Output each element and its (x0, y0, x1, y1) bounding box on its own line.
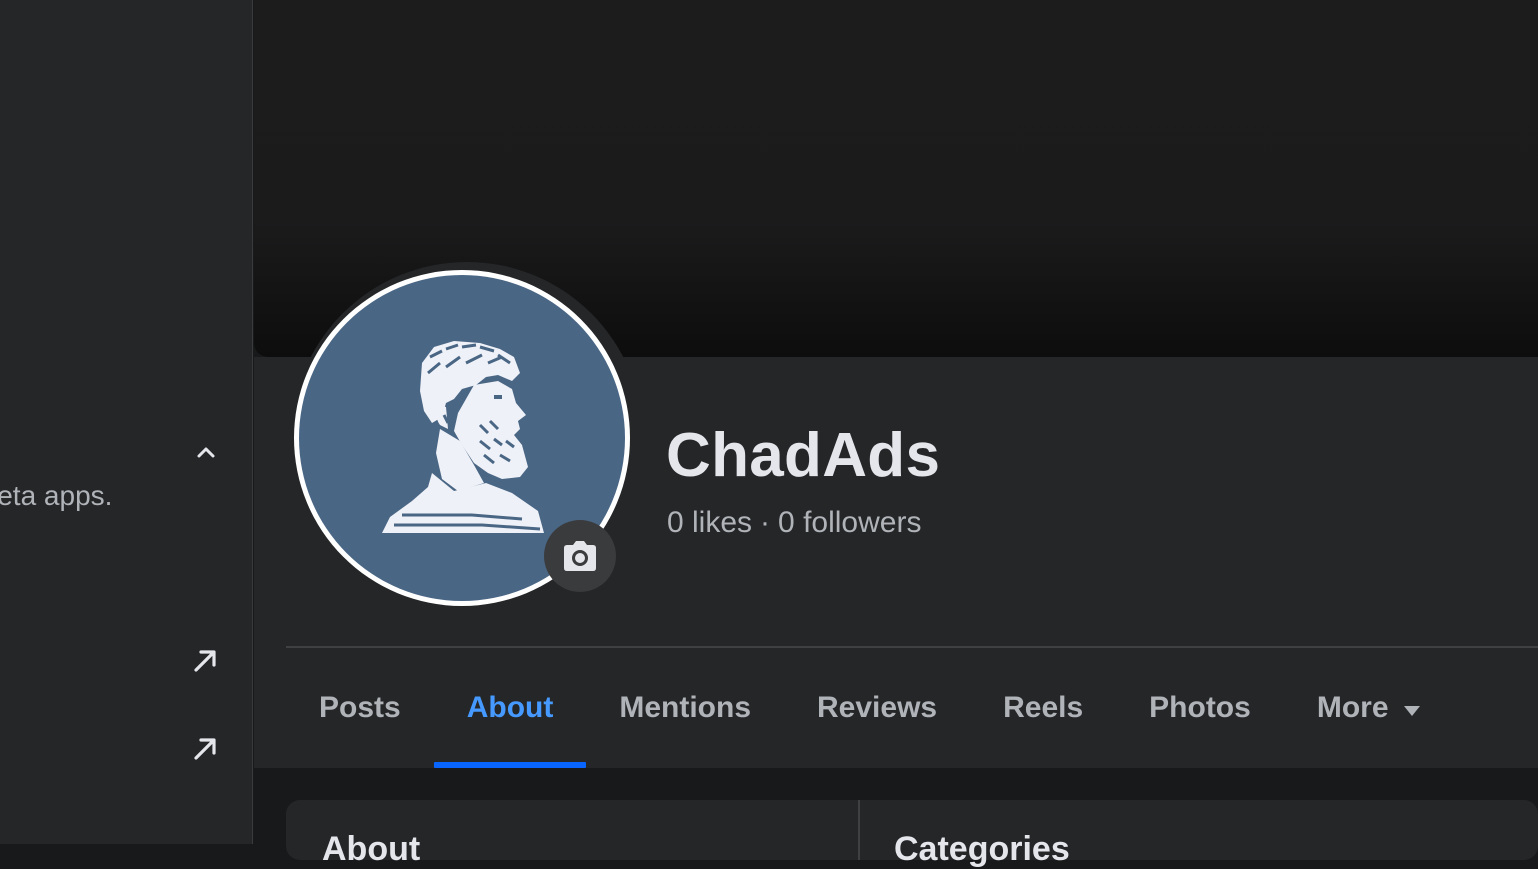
tab-label: About (466, 691, 554, 724)
external-link-button[interactable] (186, 642, 224, 680)
tab-label: Reels (1003, 691, 1084, 724)
page-stats: 0 likes · 0 followers (667, 506, 921, 540)
tab-more[interactable]: More (1284, 648, 1454, 768)
camera-icon (564, 541, 596, 571)
tab-about[interactable]: About (433, 648, 587, 768)
categories-section-title: Categories (894, 830, 1070, 868)
followers-count[interactable]: 0 followers (778, 506, 921, 539)
tab-reels[interactable]: Reels (970, 648, 1116, 768)
tab-posts[interactable]: Posts (286, 648, 434, 768)
profile-tabs: Posts About Mentions Reviews Reels Photo… (286, 648, 1454, 768)
page-main: ChadAds 0 likes · 0 followers Posts About … (254, 0, 1538, 868)
arrow-up-right-icon (194, 738, 216, 760)
tab-label: Posts (319, 691, 401, 724)
collapse-button[interactable] (190, 438, 222, 466)
arrow-up-right-icon (194, 650, 216, 672)
left-sidebar: leta apps. (0, 0, 253, 844)
tab-photos[interactable]: Photos (1116, 648, 1284, 768)
external-link-button[interactable] (186, 730, 224, 768)
about-card: About Categories (286, 800, 1538, 868)
sidebar-partial-text: leta apps. (0, 480, 113, 511)
tab-mentions[interactable]: Mentions (586, 648, 784, 768)
tab-label: Reviews (817, 691, 938, 724)
stats-separator: · (760, 506, 771, 539)
tab-label: More (1316, 691, 1389, 724)
column-divider (858, 800, 860, 860)
caret-down-icon (1403, 691, 1421, 725)
likes-count[interactable]: 0 likes (667, 506, 752, 539)
bearded-man-bust-icon (382, 341, 544, 533)
change-avatar-button[interactable] (544, 520, 616, 592)
tab-reviews[interactable]: Reviews (784, 648, 970, 768)
page-title: ChadAds (666, 421, 941, 490)
tab-label: Photos (1149, 691, 1251, 724)
chevron-up-icon (197, 447, 215, 458)
about-section-title: About (322, 830, 421, 868)
tab-label: Mentions (619, 691, 752, 724)
